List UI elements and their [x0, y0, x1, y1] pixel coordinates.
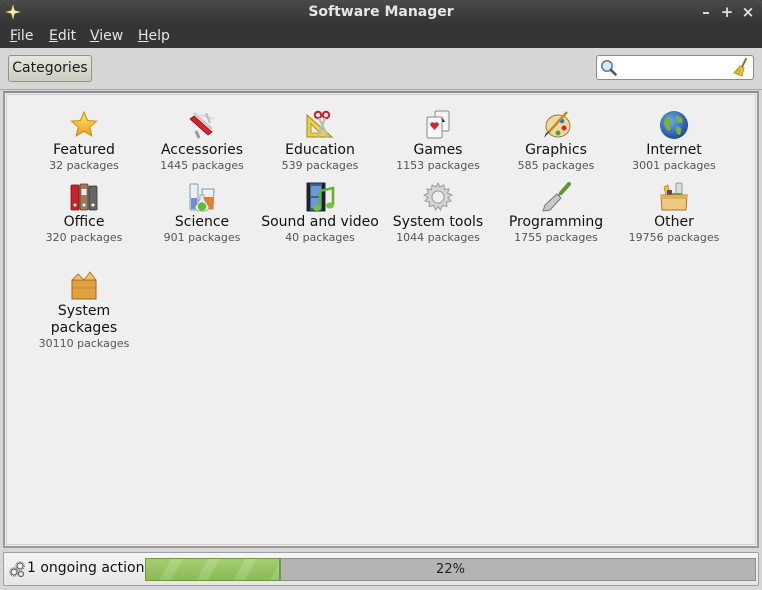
category-featured[interactable]: Featured 32 packages	[25, 109, 143, 173]
gear-icon	[422, 181, 454, 212]
category-science[interactable]: Science 901 packages	[143, 181, 261, 245]
category-count: 40 packages	[285, 231, 355, 244]
search-input[interactable]	[619, 58, 729, 77]
category-count: 1153 packages	[396, 159, 480, 172]
menu-file-mnemonic: F	[10, 28, 18, 44]
swiss-knife-icon	[189, 112, 215, 139]
menu-bar: File Edit View Help	[0, 26, 762, 48]
category-name: Accessories	[160, 142, 244, 158]
menu-file-label: ile	[17, 28, 34, 44]
globe-icon	[660, 111, 688, 139]
software-manager-window: Software Manager – + × File Edit View He…	[0, 0, 762, 590]
menu-help-mnemonic: H	[138, 28, 149, 44]
category-count: 1755 packages	[514, 231, 598, 244]
menu-view-mnemonic: V	[90, 28, 100, 44]
category-count: 320 packages	[45, 231, 123, 244]
menu-help-label: elp	[148, 28, 170, 44]
category-count: 901 packages	[163, 231, 241, 244]
category-name: Other	[654, 214, 694, 230]
minimize-button[interactable]: –	[698, 3, 714, 21]
category-games[interactable]: Games 1153 packages	[379, 109, 497, 173]
categories-button[interactable]: Categories	[8, 55, 92, 82]
category-count: 539 packages	[281, 159, 359, 172]
category-name: Featured	[53, 142, 115, 158]
category-internet[interactable]: Internet 3001 packages	[615, 109, 733, 173]
categories-grid: Featured 32 packages Accessories 1445 pa…	[6, 94, 756, 545]
set-square-scissors-icon	[306, 110, 334, 138]
window-title: Software Manager	[308, 4, 454, 20]
toolbar: Categories	[0, 48, 762, 90]
menu-view[interactable]: View	[90, 28, 123, 44]
category-system-tools[interactable]: System tools 1044 packages	[379, 181, 497, 245]
menu-edit[interactable]: Edit	[49, 28, 76, 44]
package-box-icon	[71, 271, 97, 300]
category-count: 585 packages	[517, 159, 595, 172]
film-music-icon	[306, 182, 335, 212]
category-count: 32 packages	[49, 159, 119, 172]
status-bar: 1 ongoing actions 22%	[0, 548, 762, 590]
maximize-button[interactable]: +	[719, 3, 735, 21]
category-name: System packages	[50, 303, 118, 336]
category-name: Sound and video	[261, 214, 379, 230]
category-name: Education	[285, 142, 355, 158]
categories-panel: Featured 32 packages Accessories 1445 pa…	[3, 91, 759, 548]
menu-help[interactable]: Help	[138, 28, 170, 44]
paint-palette-icon	[544, 111, 571, 138]
category-count: 19756 packages	[628, 231, 720, 244]
menu-file[interactable]: File	[10, 28, 33, 44]
title-bar[interactable]: Software Manager – + ×	[0, 0, 762, 26]
category-accessories[interactable]: Accessories 1445 packages	[143, 109, 261, 173]
star-icon	[70, 110, 98, 138]
menu-view-label: iew	[99, 28, 124, 44]
search-box[interactable]	[596, 55, 754, 80]
status-frame: 1 ongoing actions 22%	[3, 552, 759, 586]
menu-edit-mnemonic: E	[49, 28, 58, 44]
progress-label: 22%	[436, 562, 465, 577]
category-education[interactable]: Education 539 packages	[261, 109, 379, 173]
category-other[interactable]: Other 19756 packages	[615, 181, 733, 245]
binders-icon	[70, 183, 98, 211]
trowel-icon	[542, 182, 571, 212]
category-name: Office	[63, 214, 105, 230]
category-count: 1044 packages	[396, 231, 480, 244]
category-graphics[interactable]: Graphics 585 packages	[497, 109, 615, 173]
category-name: Science	[174, 214, 230, 230]
lab-flasks-icon	[189, 183, 215, 212]
toolbox-icon	[660, 182, 688, 211]
category-count: 3001 packages	[632, 159, 716, 172]
category-office[interactable]: Office 320 packages	[25, 181, 143, 245]
menu-edit-label: dit	[57, 28, 77, 44]
category-name: Internet	[646, 142, 702, 158]
category-sound-and-video[interactable]: Sound and video 40 packages	[261, 181, 379, 245]
category-name: System tools	[392, 214, 484, 230]
category-programming[interactable]: Programming 1755 packages	[497, 181, 615, 245]
category-name: Games	[413, 142, 463, 158]
category-name: Programming	[508, 214, 604, 230]
playing-cards-icon	[426, 110, 450, 139]
gears-icon	[9, 561, 25, 578]
clear-broom-icon[interactable]	[733, 58, 749, 78]
category-name: Graphics	[525, 142, 587, 158]
category-count: 1445 packages	[160, 159, 244, 172]
ongoing-actions-label: 1 ongoing actions	[27, 560, 152, 576]
search-icon	[601, 60, 617, 76]
close-button[interactable]: ×	[740, 3, 756, 21]
category-count: 30110 packages	[38, 337, 130, 350]
progress-bar: 22%	[145, 558, 756, 581]
category-system-packages[interactable]: System packages 30110 packages	[25, 270, 143, 351]
